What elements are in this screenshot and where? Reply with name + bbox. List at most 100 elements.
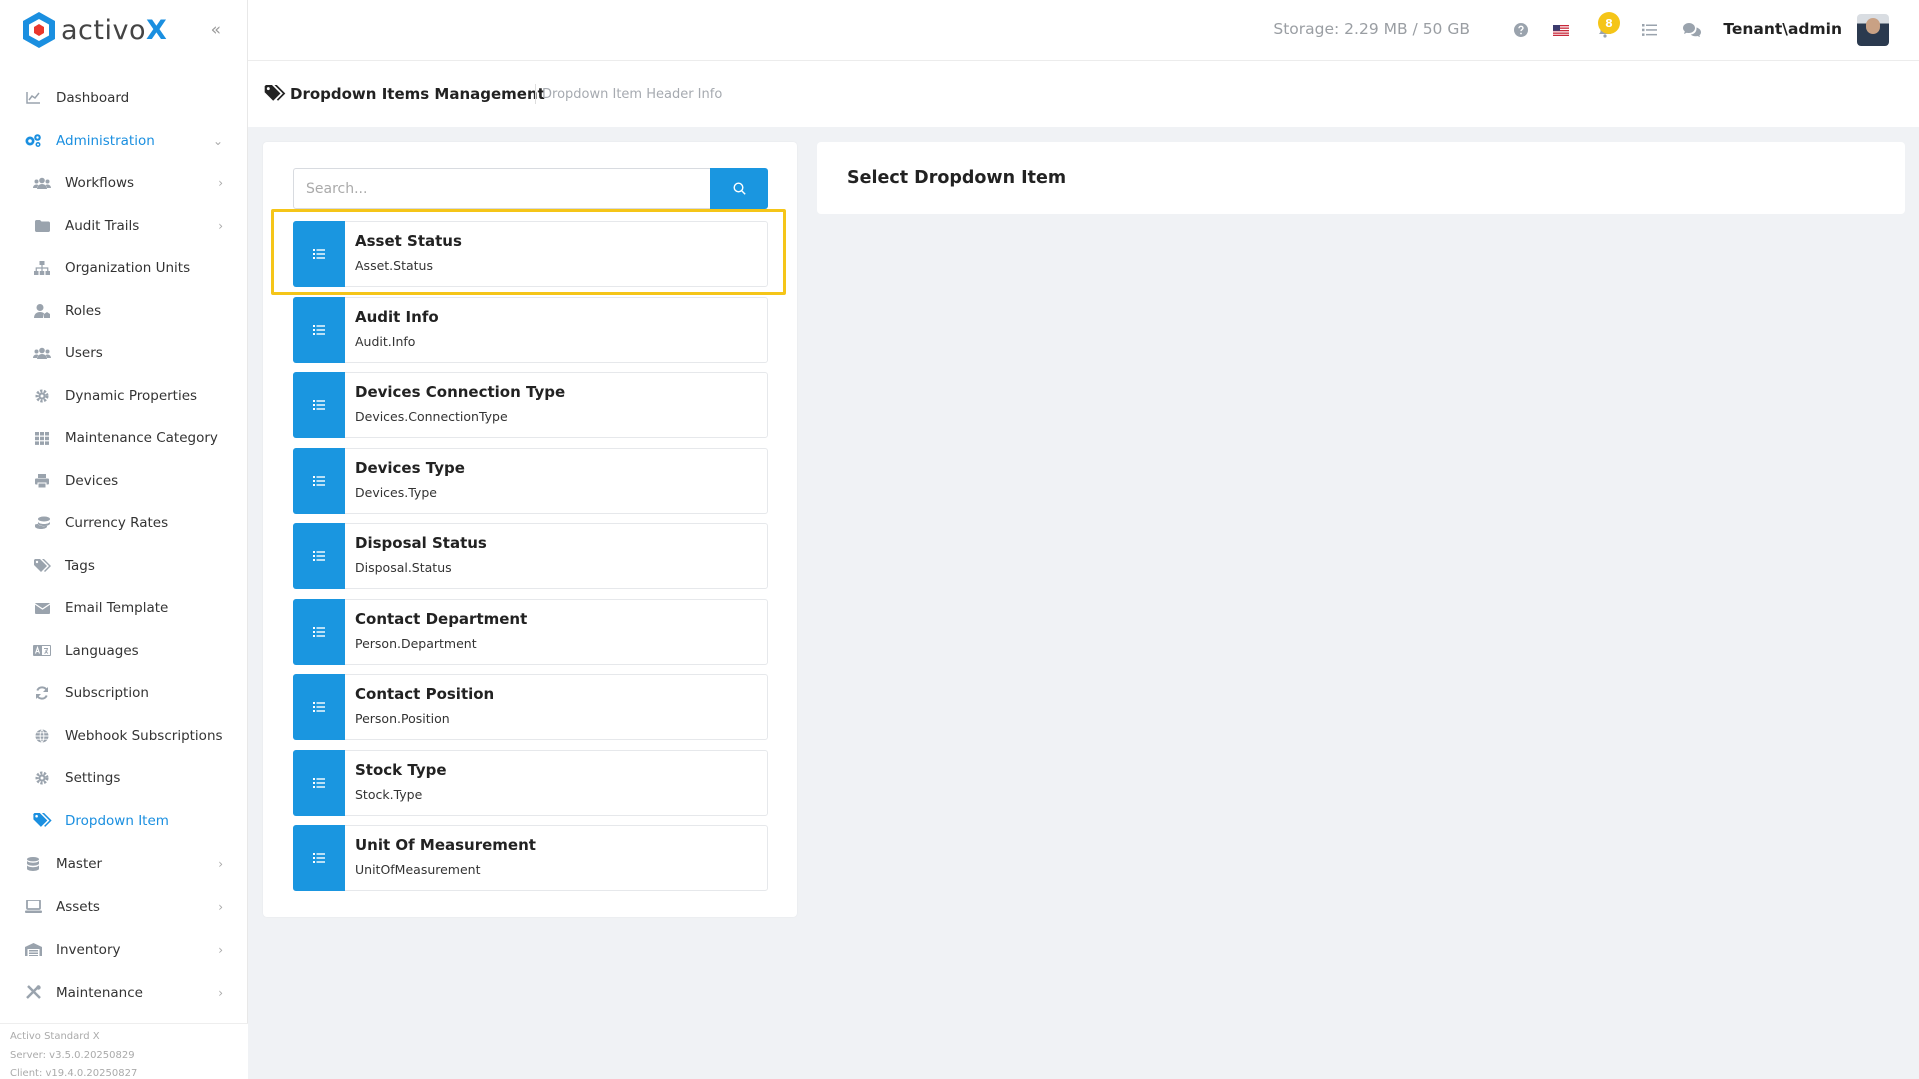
flag-us-icon[interactable] (1551, 20, 1571, 40)
chevron-right-icon: › (218, 899, 223, 914)
sidebar-item-label: Roles (65, 302, 102, 319)
sidebar-item-currency-rates[interactable]: Currency Rates (0, 502, 247, 545)
list-icon (293, 372, 345, 438)
chevron-right-icon: › (218, 985, 223, 1000)
list-item-text: Disposal Status Disposal.Status (345, 524, 487, 588)
sidebar-item-label: Languages (65, 642, 139, 659)
sidebar-item-label: Devices (65, 472, 119, 489)
envelope-icon (31, 602, 53, 614)
list-item-text: Devices Connection Type Devices.Connectio… (345, 373, 565, 437)
item-code: Disposal.Status (355, 560, 452, 575)
globe-icon (31, 728, 53, 743)
item-code: Stock.Type (355, 786, 423, 802)
list-icon (293, 674, 345, 740)
sidebar-item-subscription[interactable]: Subscription (0, 672, 247, 715)
version-info: Activo Standard X Server: v3.5.0.2025082… (0, 1023, 248, 1079)
item-title: Stock Type (355, 760, 447, 779)
list-item-text: Stock Type Stock.Type (345, 751, 447, 815)
printer-icon (31, 473, 53, 488)
item-code: Devices.ConnectionType (355, 409, 508, 424)
sidebar-item-administration[interactable]: Administration ⌄ (0, 119, 247, 162)
list-item[interactable]: Audit Info Audit.Info (293, 296, 768, 363)
logo[interactable]: activoX « (0, 0, 247, 60)
sidebar-item-users[interactable]: Users (0, 332, 247, 375)
gear-icon (31, 771, 53, 785)
sidebar-item-organization-units[interactable]: Organization Units (0, 247, 247, 290)
tools-icon (22, 985, 44, 1000)
dropdown-item-list: Asset Status Asset.Status Audit Info Audit.… (293, 221, 768, 901)
item-title: Audit Info (355, 307, 439, 326)
version-client: Client: v19.4.0.20250827 (10, 1068, 138, 1079)
list-item[interactable]: Devices Type Devices.Type (293, 447, 768, 514)
sidebar-item-webhook-subscriptions[interactable]: Webhook Subscriptions (0, 715, 247, 758)
sidebar-item-dropdown-item[interactable]: Dropdown Item (0, 800, 247, 843)
sidebar-item-label: Dynamic Properties (65, 387, 198, 404)
list-icon (293, 523, 345, 589)
item-title: Devices Type (355, 458, 465, 477)
sidebar-item-label: Settings (65, 770, 121, 787)
sidebar: activoX « Dashboard Administration ⌄ Wor… (0, 0, 248, 1079)
help-icon[interactable] (1511, 20, 1531, 40)
search-button[interactable] (710, 168, 768, 209)
sidebar-item-languages[interactable]: Languages (0, 630, 247, 673)
list-item[interactable]: Devices Connection Type Devices.Connectio… (293, 372, 768, 438)
chevron-down-icon: ⌄ (212, 133, 223, 148)
laptop-icon (22, 900, 44, 913)
sidebar-item-label: Maintenance (56, 984, 143, 1001)
task-list-icon[interactable] (1639, 20, 1659, 40)
sidebar-item-email-template[interactable]: Email Template (0, 587, 247, 630)
sidebar-item-label: Users (65, 345, 103, 362)
list-item[interactable]: Stock Type Stock.Type (293, 749, 768, 816)
item-code: Person.Position (355, 711, 450, 726)
item-title: Contact Department (355, 609, 528, 628)
sidebar-nav: Dashboard Administration ⌄ Workflows › A… (0, 76, 247, 1014)
sidebar-item-master[interactable]: Master › (0, 842, 247, 885)
sidebar-item-tags[interactable]: Tags (0, 545, 247, 588)
chat-icon[interactable] (1682, 20, 1702, 40)
user-name[interactable]: Tenant\admin (1723, 20, 1842, 38)
page-subtitle: Dropdown Item Header Info (542, 87, 723, 102)
sidebar-item-settings[interactable]: Settings (0, 757, 247, 800)
page-title: Dropdown Items Management (290, 85, 545, 103)
list-item[interactable]: Contact Department Person.Department (293, 598, 768, 665)
list-item-text: Contact Position Person.Position (345, 675, 494, 739)
dropdown-detail-card: Select Dropdown Item (817, 142, 1905, 214)
logo-hex-icon (23, 12, 55, 48)
list-icon (293, 447, 345, 514)
avatar[interactable] (1857, 14, 1889, 46)
sidebar-item-maintenance-category[interactable]: Maintenance Category (0, 417, 247, 460)
sidebar-item-label: Audit Trails (65, 217, 140, 234)
sidebar-item-dynamic-properties[interactable]: Dynamic Properties (0, 375, 247, 418)
list-item[interactable]: Asset Status Asset.Status (293, 221, 768, 287)
search-input[interactable] (293, 168, 710, 209)
users-icon (31, 347, 53, 360)
sidebar-item-assets[interactable]: Assets › (0, 885, 247, 928)
sidebar-item-inventory[interactable]: Inventory › (0, 928, 247, 971)
sidebar-item-maintenance[interactable]: Maintenance › (0, 971, 247, 1014)
tags-icon (31, 813, 53, 828)
chevron-right-icon: › (218, 942, 223, 957)
sidebar-item-dashboard[interactable]: Dashboard (0, 76, 247, 119)
list-item[interactable]: Unit Of Measurement UnitOfMeasurement (293, 825, 768, 891)
users-icon (31, 177, 53, 190)
list-icon (293, 296, 345, 363)
detail-title: Select Dropdown Item (847, 168, 1067, 188)
collapse-sidebar-icon[interactable]: « (211, 20, 221, 40)
sidebar-item-label: Inventory (56, 941, 121, 958)
notification-badge: 8 (1598, 12, 1620, 34)
list-item[interactable]: Disposal Status Disposal.Status (293, 523, 768, 589)
sidebar-item-devices[interactable]: Devices (0, 460, 247, 503)
sidebar-item-workflows[interactable]: Workflows › (0, 162, 247, 205)
list-item[interactable]: Contact Position Person.Position (293, 674, 768, 740)
chevron-right-icon: › (218, 218, 223, 233)
sidebar-item-audit-trails[interactable]: Audit Trails › (0, 205, 247, 248)
list-icon (293, 825, 345, 891)
sidebar-item-roles[interactable]: Roles (0, 290, 247, 333)
sidebar-item-label: Organization Units (65, 260, 191, 277)
topbar: Storage: 2.29 MB / 50 GB 8 Tenant\admin (248, 0, 1919, 61)
warehouse-icon (22, 943, 44, 956)
list-icon (293, 749, 345, 816)
search-icon (732, 182, 746, 195)
title-separator (535, 84, 536, 104)
list-item-text: Audit Info Audit.Info (345, 298, 439, 362)
